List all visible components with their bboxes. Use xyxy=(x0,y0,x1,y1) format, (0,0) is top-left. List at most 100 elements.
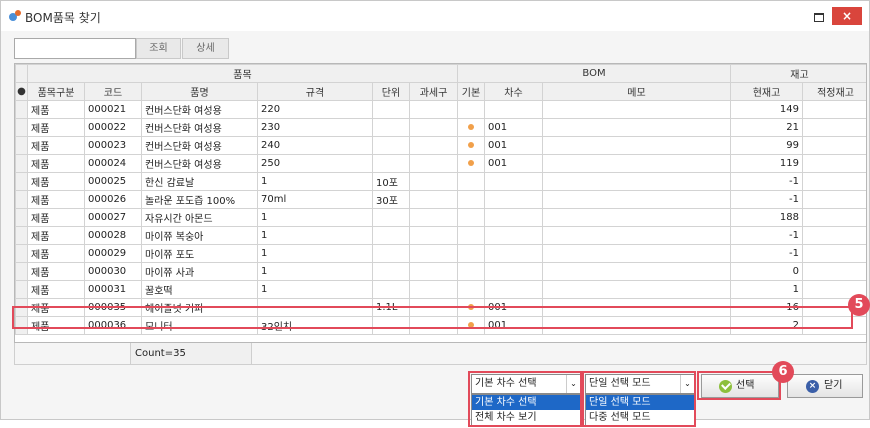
cell-code[interactable]: 000021 xyxy=(84,100,142,119)
cell-unit[interactable]: 30포 xyxy=(372,190,410,209)
col-header-category[interactable]: 품목구분 xyxy=(27,82,85,101)
cell-unit[interactable] xyxy=(372,208,410,227)
cell-memo[interactable] xyxy=(542,118,731,137)
cell-current-stock[interactable]: 21 xyxy=(730,118,803,137)
cell-spec[interactable]: 240 xyxy=(257,136,373,155)
cell-safety-stock[interactable] xyxy=(802,172,866,191)
cell-safety-stock[interactable] xyxy=(802,154,866,173)
bom-item-grid[interactable]: 품목 BOM 재고 ● 품목구분 코드 품명 규격 단위 과세구 기본 차수 메… xyxy=(14,63,867,343)
cell-unit[interactable] xyxy=(372,244,410,263)
cell-current-stock[interactable]: 149 xyxy=(730,100,803,119)
cell-code[interactable]: 000028 xyxy=(84,226,142,245)
cell-tax-group[interactable] xyxy=(409,100,458,119)
cell-code[interactable]: 000022 xyxy=(84,118,142,137)
cell-version[interactable] xyxy=(484,172,543,191)
cell-current-stock[interactable]: 99 xyxy=(730,136,803,155)
cell-memo[interactable] xyxy=(542,208,731,227)
cell-spec[interactable]: 1 xyxy=(257,262,373,281)
cell-tax-group[interactable] xyxy=(409,172,458,191)
cell-code[interactable]: 000027 xyxy=(84,208,142,227)
cell-code[interactable]: 000031 xyxy=(84,280,142,299)
cell-name[interactable]: 마이쮸 복숭아 xyxy=(141,226,258,245)
cell-category[interactable]: 제품 xyxy=(27,190,85,209)
cell-tax-group[interactable] xyxy=(409,118,458,137)
row-indicator[interactable] xyxy=(15,280,28,299)
row-indicator[interactable] xyxy=(15,100,28,119)
row-indicator[interactable] xyxy=(15,208,28,227)
cell-spec[interactable]: 1 xyxy=(257,172,373,191)
cell-spec[interactable]: 1 xyxy=(257,208,373,227)
table-row[interactable]: 제품 000027 자유시간 아몬드 1 188 xyxy=(15,208,866,227)
cell-safety-stock[interactable] xyxy=(802,100,866,119)
cell-base[interactable] xyxy=(457,118,485,137)
cell-name[interactable]: 컨버스단화 여성용 xyxy=(141,118,258,137)
col-header-memo[interactable]: 메모 xyxy=(542,82,731,101)
cell-tax-group[interactable] xyxy=(409,208,458,227)
cell-unit[interactable] xyxy=(372,136,410,155)
cell-safety-stock[interactable] xyxy=(802,262,866,281)
cell-spec[interactable]: 1 xyxy=(257,226,373,245)
cell-unit[interactable] xyxy=(372,100,410,119)
row-indicator[interactable] xyxy=(15,172,28,191)
cell-name[interactable]: 컨버스단화 여성용 xyxy=(141,154,258,173)
row-indicator[interactable] xyxy=(15,226,28,245)
row-indicator[interactable] xyxy=(15,262,28,281)
cell-base[interactable] xyxy=(457,100,485,119)
cell-unit[interactable] xyxy=(372,280,410,299)
cell-tax-group[interactable] xyxy=(409,262,458,281)
cell-name[interactable]: 자유시간 아몬드 xyxy=(141,208,258,227)
cell-version[interactable] xyxy=(484,208,543,227)
cell-version[interactable] xyxy=(484,226,543,245)
col-header-tax-group[interactable]: 과세구 xyxy=(409,82,458,101)
col-header-safety-stock[interactable]: 적정재고 xyxy=(802,82,866,101)
cell-memo[interactable] xyxy=(542,100,731,119)
cell-version[interactable] xyxy=(484,280,543,299)
cell-unit[interactable] xyxy=(372,262,410,281)
cell-category[interactable]: 제품 xyxy=(27,244,85,263)
row-indicator[interactable] xyxy=(15,154,28,173)
cell-base[interactable] xyxy=(457,226,485,245)
cell-current-stock[interactable]: 188 xyxy=(730,208,803,227)
cell-spec[interactable]: 1 xyxy=(257,280,373,299)
cell-name[interactable]: 꿀호떡 xyxy=(141,280,258,299)
cell-base[interactable] xyxy=(457,208,485,227)
cell-current-stock[interactable]: -1 xyxy=(730,226,803,245)
cell-name[interactable]: 마이쮸 포도 xyxy=(141,244,258,263)
cell-unit[interactable] xyxy=(372,118,410,137)
cell-tax-group[interactable] xyxy=(409,190,458,209)
table-row[interactable]: 제품 000030 마이쮸 사과 1 0 xyxy=(15,262,866,281)
cell-base[interactable] xyxy=(457,172,485,191)
cell-category[interactable]: 제품 xyxy=(27,136,85,155)
cell-version[interactable] xyxy=(484,190,543,209)
cell-base[interactable] xyxy=(457,154,485,173)
cell-version[interactable] xyxy=(484,100,543,119)
cell-version[interactable] xyxy=(484,244,543,263)
cell-base[interactable] xyxy=(457,262,485,281)
cell-memo[interactable] xyxy=(542,226,731,245)
search-button[interactable]: 조회 xyxy=(136,38,181,59)
cell-memo[interactable] xyxy=(542,154,731,173)
cell-spec[interactable]: 250 xyxy=(257,154,373,173)
cell-spec[interactable]: 70ml xyxy=(257,190,373,209)
cell-spec[interactable]: 220 xyxy=(257,100,373,119)
cell-code[interactable]: 000025 xyxy=(84,172,142,191)
cell-safety-stock[interactable] xyxy=(802,244,866,263)
table-row[interactable]: 제품 000025 한신 감료날 1 10포 -1 xyxy=(15,172,866,191)
cell-memo[interactable] xyxy=(542,262,731,281)
cell-base[interactable] xyxy=(457,190,485,209)
table-row[interactable]: 제품 000023 컨버스단화 여성용 240 001 99 xyxy=(15,136,866,155)
cell-current-stock[interactable]: 1 xyxy=(730,280,803,299)
cell-code[interactable]: 000023 xyxy=(84,136,142,155)
cell-memo[interactable] xyxy=(542,244,731,263)
cell-version[interactable]: 001 xyxy=(484,118,543,137)
close-window-button[interactable]: × xyxy=(832,7,862,25)
cell-current-stock[interactable]: -1 xyxy=(730,190,803,209)
table-row[interactable]: 제품 000021 컨버스단화 여성용 220 149 xyxy=(15,100,866,119)
minimize-icon[interactable] xyxy=(811,9,825,23)
cell-base[interactable] xyxy=(457,244,485,263)
cell-version[interactable]: 001 xyxy=(484,136,543,155)
cell-unit[interactable]: 10포 xyxy=(372,172,410,191)
cell-memo[interactable] xyxy=(542,136,731,155)
row-indicator[interactable] xyxy=(15,118,28,137)
search-input[interactable] xyxy=(14,38,136,59)
